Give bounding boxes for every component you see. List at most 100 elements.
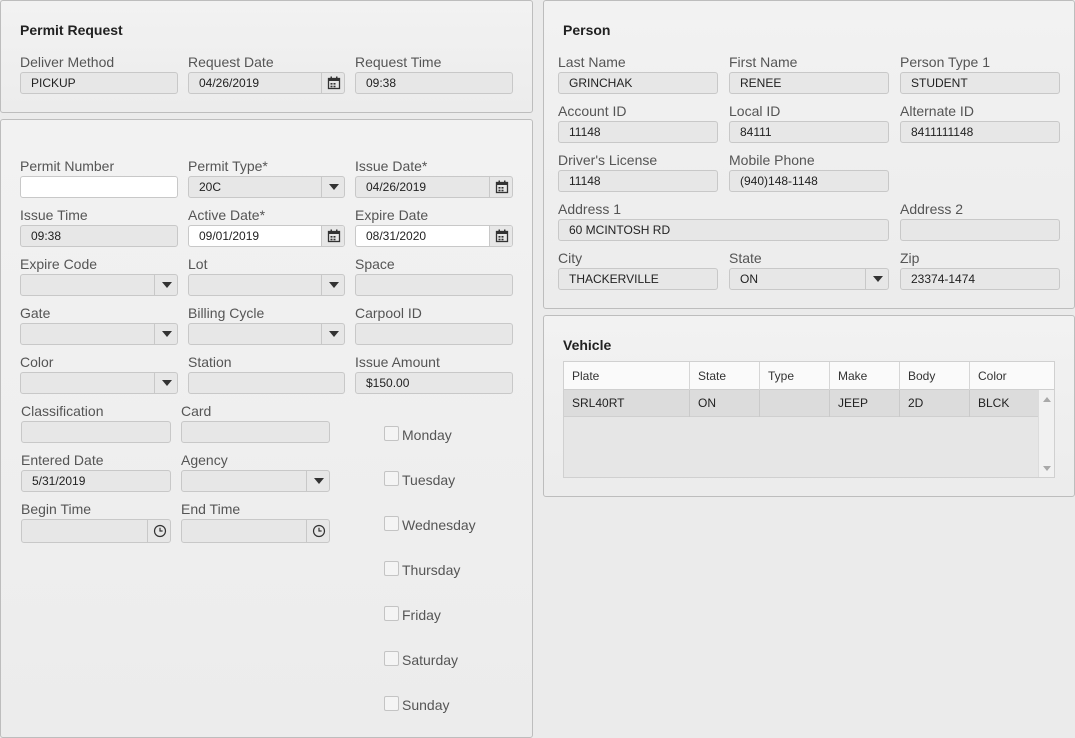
scroll-up-icon[interactable] (1043, 397, 1051, 402)
address1-field[interactable]: 60 MCINTOSH RD (558, 219, 889, 241)
sunday-checkbox[interactable] (384, 696, 399, 711)
address1-label: Address 1 (558, 201, 622, 217)
vehicle-table-scrollbar[interactable] (1038, 390, 1054, 477)
tuesday-checkbox[interactable] (384, 471, 399, 486)
issue-amount-field[interactable]: $150.00 (355, 372, 513, 394)
agency-label: Agency (181, 452, 228, 468)
saturday-checkbox[interactable] (384, 651, 399, 666)
mobile-phone-field[interactable]: (940)148-1148 (729, 170, 889, 192)
classification-field[interactable] (21, 421, 171, 443)
column-header-type[interactable]: Type (760, 362, 830, 390)
permit-number-input[interactable] (20, 176, 178, 198)
end-time-field[interactable] (181, 519, 330, 543)
request-date-label: Request Date (188, 54, 274, 70)
monday-label: Monday (402, 427, 452, 443)
cell-state: ON (690, 390, 760, 417)
chevron-down-icon[interactable] (154, 275, 177, 295)
chevron-down-icon[interactable] (321, 275, 344, 295)
request-date-field[interactable]: 04/26/2019 (188, 72, 345, 94)
last-name-field[interactable]: GRINCHAK (558, 72, 718, 94)
first-name-field[interactable]: RENEE (729, 72, 889, 94)
active-date-input[interactable]: 09/01/2019 (188, 225, 345, 247)
request-time-field[interactable]: 09:38 (355, 72, 513, 94)
drivers-license-field[interactable]: 11148 (558, 170, 718, 192)
deliver-method-label: Deliver Method (20, 54, 115, 70)
expire-date-input[interactable]: 08/31/2020 (355, 225, 513, 247)
color-select[interactable] (20, 372, 178, 394)
issue-time-label: Issue Time (20, 207, 88, 223)
calendar-icon[interactable] (321, 226, 344, 246)
gate-select[interactable] (20, 323, 178, 345)
clock-icon[interactable] (147, 520, 170, 542)
address2-label: Address 2 (900, 201, 964, 217)
person-type-field[interactable]: STUDENT (900, 72, 1060, 94)
expire-code-label: Expire Code (20, 256, 98, 272)
table-header-corner (1038, 362, 1054, 390)
column-header-state[interactable]: State (690, 362, 760, 390)
carpool-id-label: Carpool ID (355, 305, 422, 321)
person-title: Person (563, 22, 611, 38)
column-header-plate[interactable]: Plate (564, 362, 690, 390)
local-id-label: Local ID (729, 103, 781, 119)
local-id-field[interactable]: 84111 (729, 121, 889, 143)
drivers-license-label: Driver's License (558, 152, 658, 168)
calendar-icon[interactable] (489, 226, 512, 246)
account-id-field[interactable]: 11148 (558, 121, 718, 143)
thursday-checkbox[interactable] (384, 561, 399, 576)
zip-field[interactable]: 23374-1474 (900, 268, 1060, 290)
column-header-color[interactable]: Color (970, 362, 1040, 390)
issue-time-field[interactable]: 09:38 (20, 225, 178, 247)
carpool-id-field[interactable] (355, 323, 513, 345)
wednesday-checkbox[interactable] (384, 516, 399, 531)
expire-date-label: Expire Date (355, 207, 429, 223)
end-time-label: End Time (181, 501, 241, 517)
card-label: Card (181, 403, 212, 419)
thursday-label: Thursday (402, 562, 461, 578)
deliver-method-field[interactable]: PICKUP (20, 72, 178, 94)
agency-select[interactable] (181, 470, 330, 492)
cell-type (760, 390, 830, 417)
state-select[interactable]: ON (729, 268, 889, 290)
monday-checkbox[interactable] (384, 426, 399, 441)
table-row[interactable]: SRL40RT ON JEEP 2D BLCK (564, 390, 1038, 417)
first-name-label: First Name (729, 54, 798, 70)
chevron-down-icon[interactable] (865, 269, 888, 289)
permit-type-select[interactable]: 20C (188, 176, 345, 198)
column-header-make[interactable]: Make (830, 362, 900, 390)
space-field[interactable] (355, 274, 513, 296)
chevron-down-icon[interactable] (321, 177, 344, 197)
city-field[interactable]: THACKERVILLE (558, 268, 718, 290)
clock-icon[interactable] (306, 520, 329, 542)
chevron-down-icon[interactable] (154, 324, 177, 344)
expire-code-select[interactable] (20, 274, 178, 296)
person-type-label: Person Type 1 (900, 54, 991, 70)
tuesday-label: Tuesday (402, 472, 456, 488)
chevron-down-icon[interactable] (306, 471, 329, 491)
saturday-label: Saturday (402, 652, 459, 668)
cell-body: 2D (900, 390, 970, 417)
friday-checkbox[interactable] (384, 606, 399, 621)
billing-cycle-select[interactable] (188, 323, 345, 345)
calendar-icon[interactable] (321, 73, 344, 93)
cell-plate: SRL40RT (564, 390, 690, 417)
chevron-down-icon[interactable] (321, 324, 344, 344)
calendar-icon[interactable] (489, 177, 512, 197)
chevron-down-icon[interactable] (154, 373, 177, 393)
lot-select[interactable] (188, 274, 345, 296)
cell-make: JEEP (830, 390, 900, 417)
state-label: State (729, 250, 762, 266)
issue-date-field[interactable]: 04/26/2019 (355, 176, 513, 198)
billing-cycle-label: Billing Cycle (188, 305, 265, 321)
station-field[interactable] (188, 372, 345, 394)
cell-color: BLCK (978, 396, 1010, 410)
begin-time-field[interactable] (21, 519, 171, 543)
alternate-id-field[interactable]: 8411111148 (900, 121, 1060, 143)
account-id-label: Account ID (558, 103, 627, 119)
scroll-down-icon[interactable] (1043, 466, 1051, 471)
address2-field[interactable] (900, 219, 1060, 241)
mobile-phone-label: Mobile Phone (729, 152, 815, 168)
card-field[interactable] (181, 421, 330, 443)
entered-date-field[interactable]: 5/31/2019 (21, 470, 171, 492)
zip-label: Zip (900, 250, 920, 266)
column-header-body[interactable]: Body (900, 362, 970, 390)
